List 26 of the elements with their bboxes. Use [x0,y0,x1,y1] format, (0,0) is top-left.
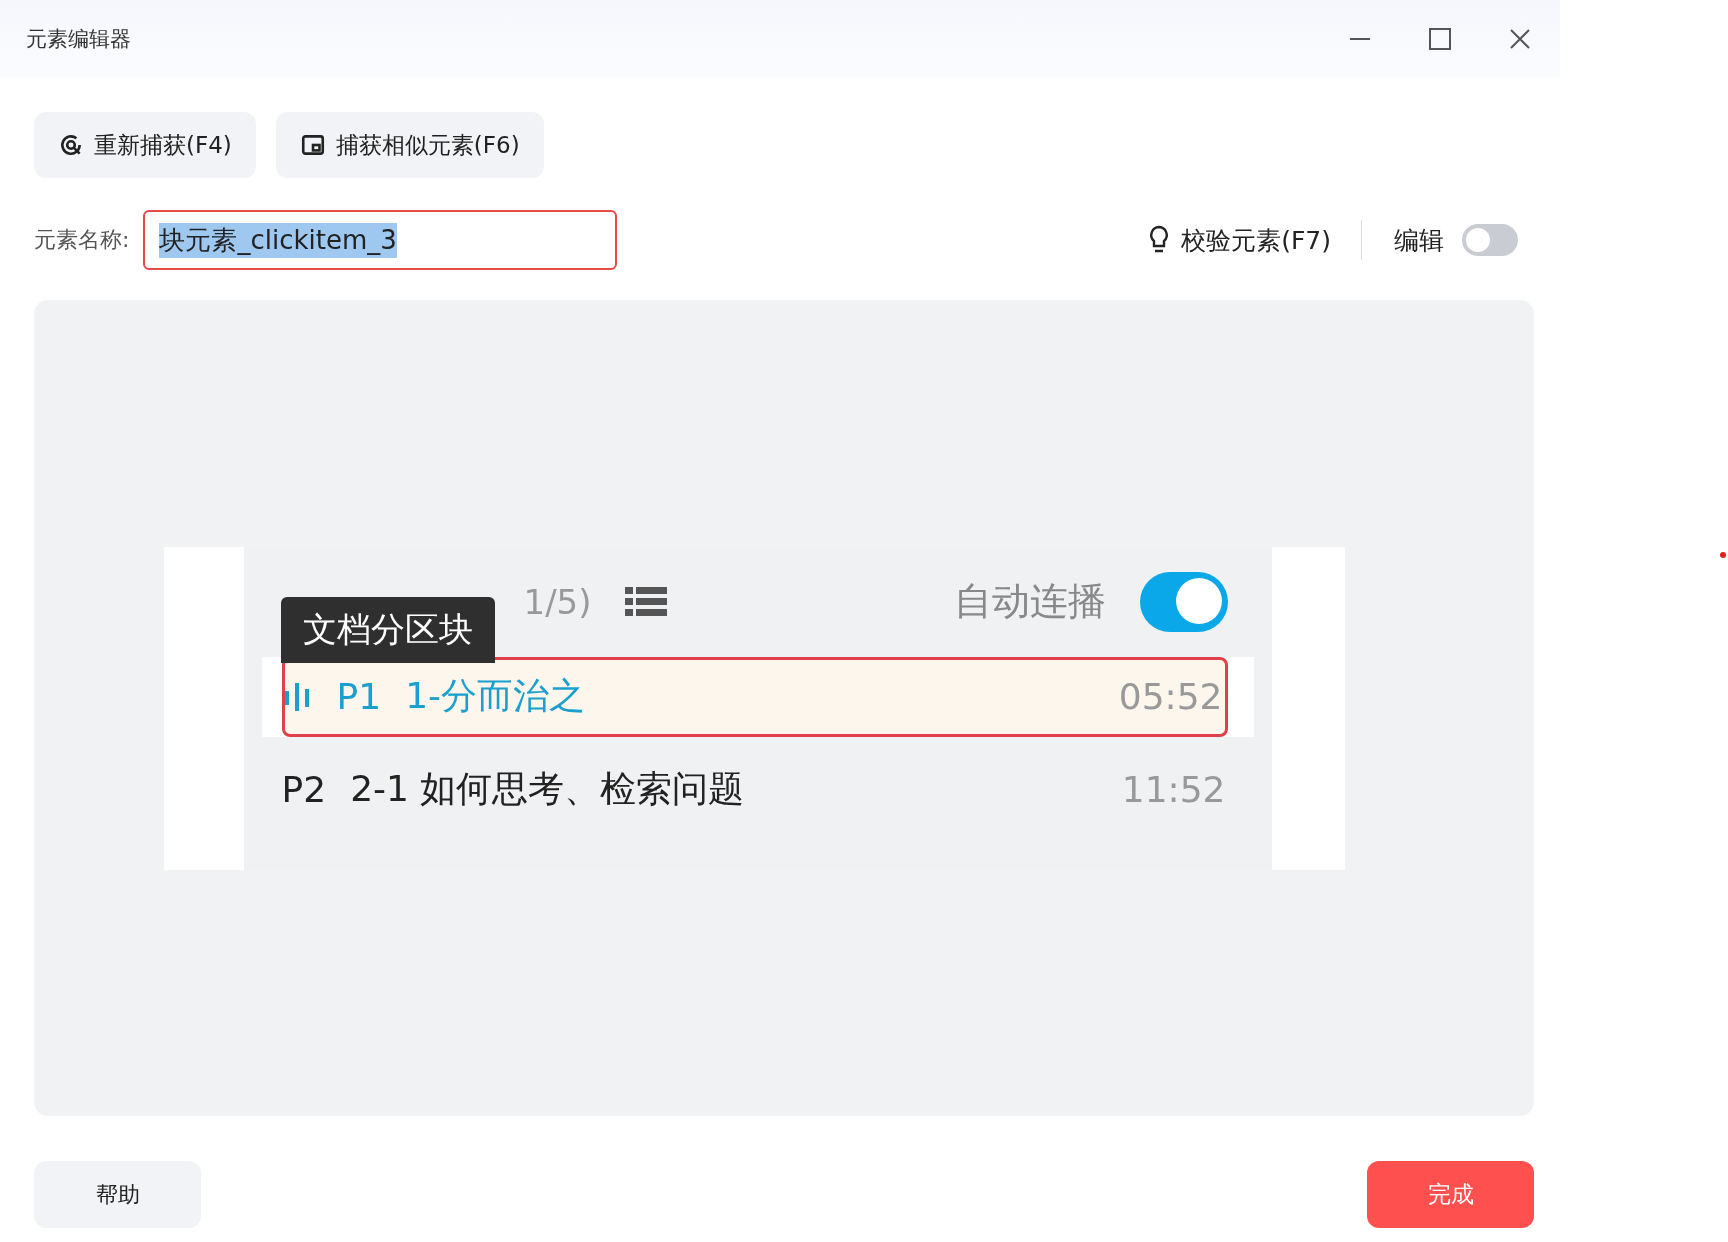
episode-duration: 11:52 [1121,769,1226,810]
close-icon [1508,27,1532,51]
episode-number: P2 [281,769,327,810]
edit-toggle[interactable] [1462,224,1518,256]
toggle-label: 编辑 [1394,224,1444,257]
validate-button[interactable]: 校验元素(F7) [1147,223,1361,257]
episode-row[interactable]: P2 2-1 如何思考、检索问题 11:52 [281,736,1228,843]
marker-dot [1720,552,1726,558]
name-field[interactable]: 块元素_clickitem_3 [143,210,618,270]
episode-title: 1-分而治之 [405,674,586,718]
minimize-icon [1348,38,1372,40]
target-icon [58,132,84,158]
toolbar-button[interactable]: 捕获相似元素(F6) [275,112,544,178]
episode-count: 1/5) [523,581,592,622]
window-title: 元素编辑器 [26,26,132,53]
help-button[interactable]: 帮助 [34,1161,201,1228]
episode-title: 2-1 如何思考、检索问题 [350,767,745,811]
tooltip: 文档分区块 [280,596,495,663]
list-icon [625,584,668,619]
toolbar-button[interactable]: 重新捕获(F4) [34,112,256,178]
maximize-icon [1428,27,1452,51]
autoplay-label: 自动连播 [953,578,1106,625]
field-label: 元素名称: [34,226,130,254]
episode-duration: 05:52 [1118,676,1223,717]
window-icon [299,132,326,158]
episode-number: P1 [336,676,382,717]
